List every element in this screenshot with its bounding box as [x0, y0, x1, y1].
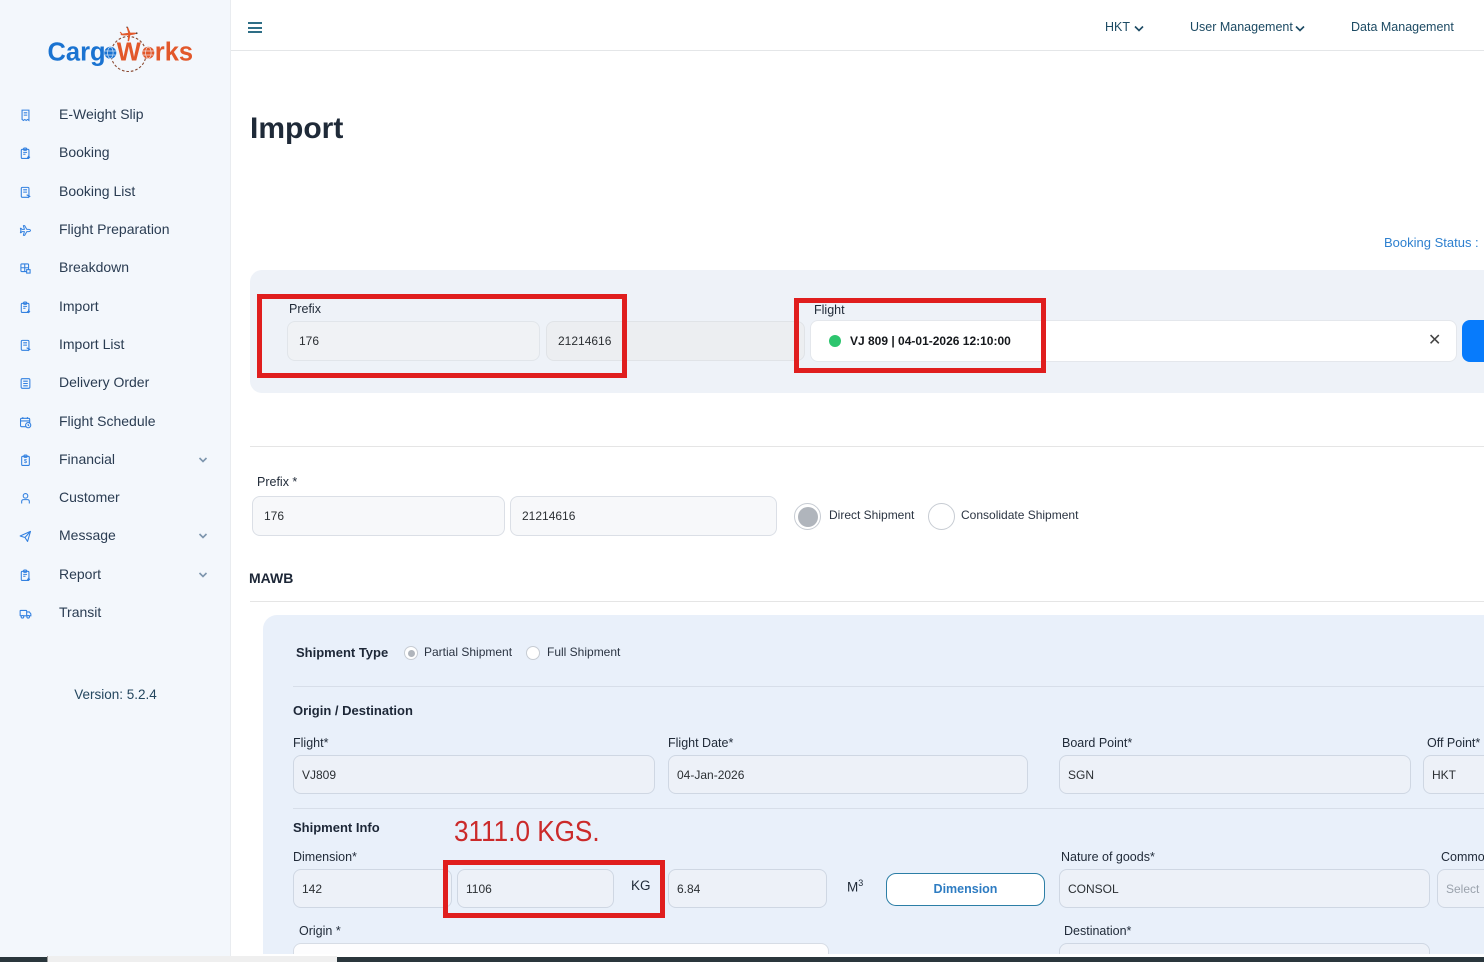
- svg-text:Carg: Carg: [48, 39, 106, 67]
- svg-text:rks: rks: [155, 39, 193, 67]
- svg-text:W: W: [117, 39, 142, 67]
- svg-text:$: $: [24, 459, 27, 465]
